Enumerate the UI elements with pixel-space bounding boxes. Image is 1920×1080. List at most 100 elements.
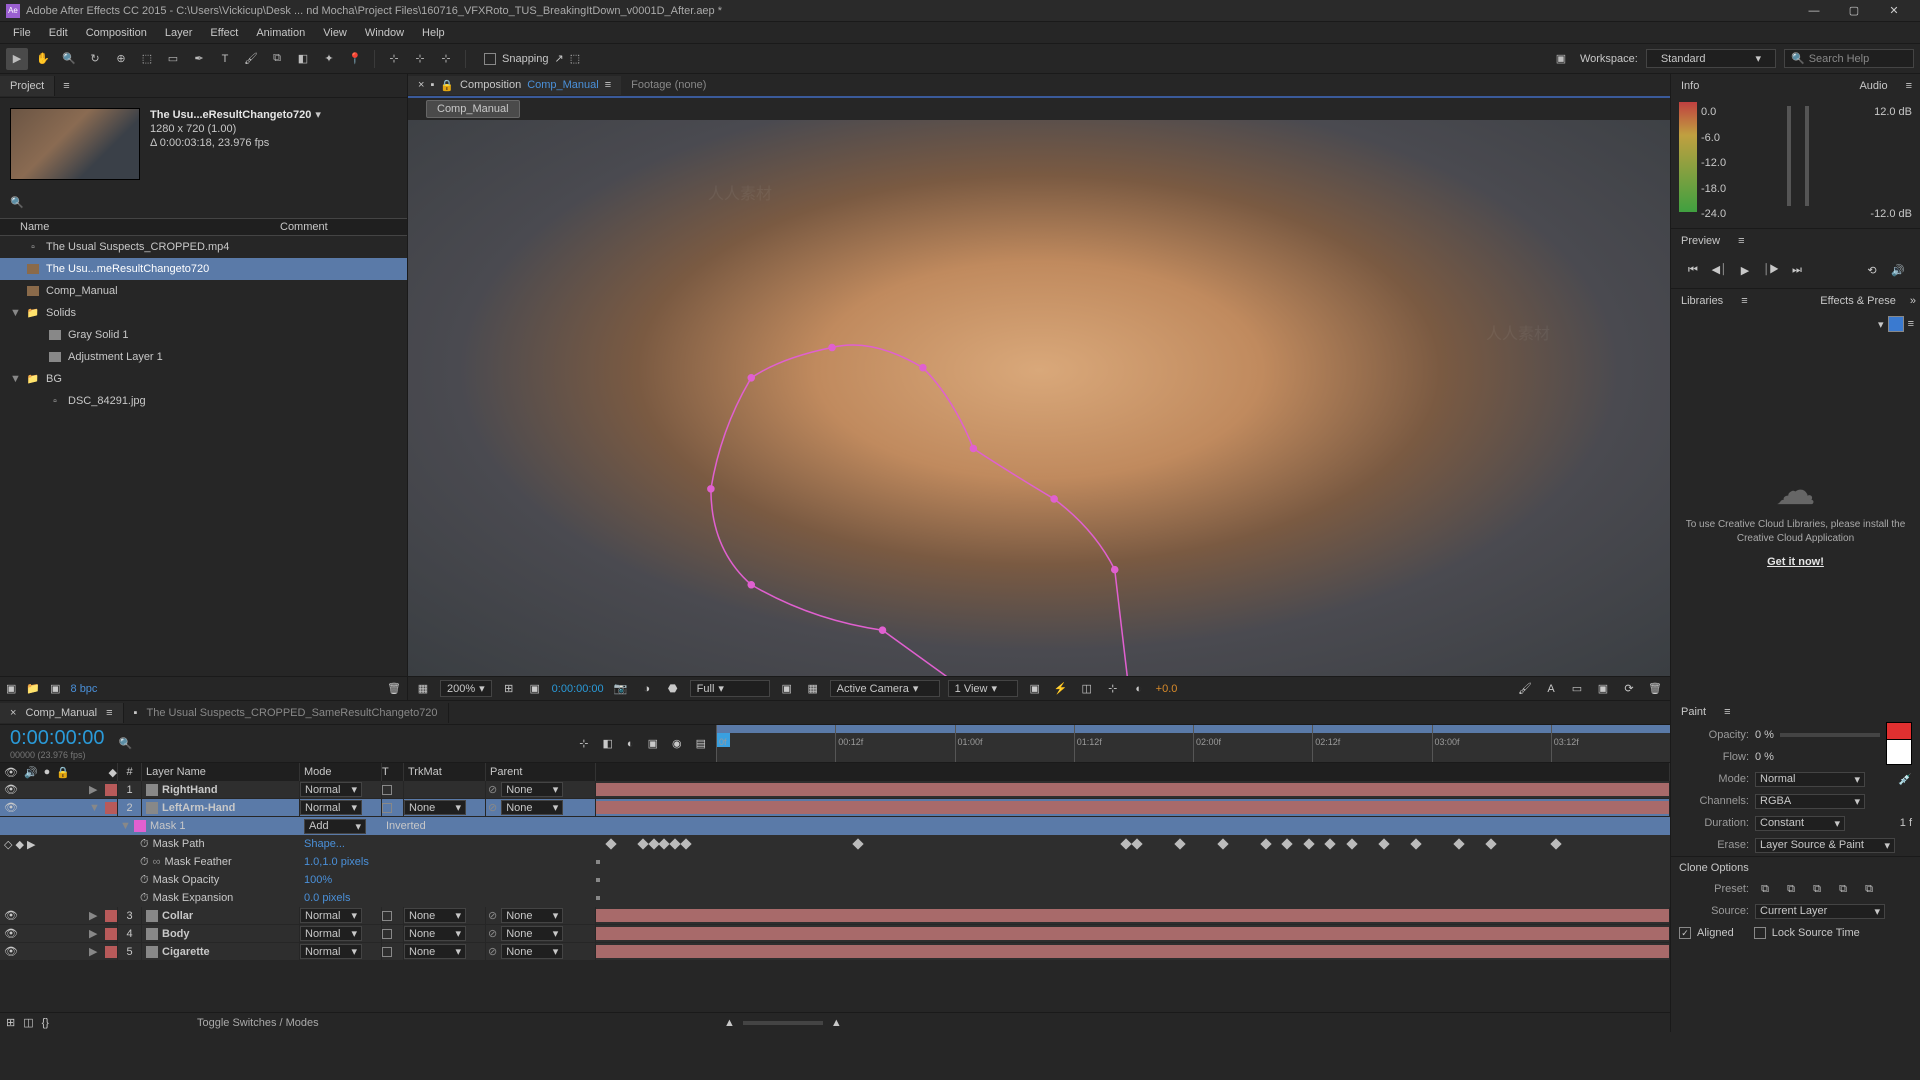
project-search-icon[interactable]: 🔍 bbox=[10, 196, 26, 212]
bg-color-swatch[interactable] bbox=[1886, 739, 1912, 765]
panel-menu-icon[interactable]: ≡ bbox=[106, 707, 112, 719]
preset-3-icon[interactable]: ⧉ bbox=[1807, 879, 1827, 899]
zoom-slider[interactable] bbox=[743, 1021, 823, 1025]
maximize-button[interactable]: ▢ bbox=[1834, 0, 1874, 22]
comp-mini-flow-icon[interactable]: ⊹ bbox=[579, 737, 588, 750]
close-tab-icon[interactable]: × bbox=[418, 79, 424, 91]
rotation-tool[interactable]: ↻ bbox=[84, 48, 106, 70]
menu-file[interactable]: File bbox=[4, 27, 40, 39]
solo-icon[interactable]: ● bbox=[44, 766, 51, 778]
info-tab[interactable]: Info bbox=[1671, 76, 1709, 96]
motion-blur-icon[interactable]: ◉ bbox=[672, 737, 682, 750]
trash-icon[interactable]: 🗑 bbox=[387, 682, 401, 695]
toggle-modes-icon[interactable]: ◫ bbox=[23, 1016, 33, 1029]
alpha-icon[interactable]: ▦ bbox=[414, 680, 432, 698]
snap-opt-icon[interactable]: ↗ bbox=[555, 52, 564, 65]
duration-select[interactable]: Constant▾ bbox=[1755, 816, 1845, 831]
footage-tab[interactable]: Footage (none) bbox=[621, 76, 716, 94]
menu-animation[interactable]: Animation bbox=[247, 27, 314, 39]
last-frame-button[interactable]: ⏭ bbox=[1789, 262, 1805, 278]
snap-bounds-icon[interactable]: ⬚ bbox=[570, 52, 580, 65]
composition-tab[interactable]: × ▪ 🔒 Composition Comp_Manual ≡ bbox=[408, 76, 621, 95]
av-eye-icon[interactable]: 👁 bbox=[4, 766, 18, 779]
dropdown[interactable]: None▾ bbox=[501, 926, 563, 941]
col-name[interactable]: Name bbox=[0, 221, 280, 233]
char-panel-icon[interactable]: A bbox=[1542, 680, 1560, 698]
bpc-indicator[interactable]: 8 bpc bbox=[71, 683, 98, 695]
mask-toggle-icon[interactable]: ▣ bbox=[526, 680, 544, 698]
col-num[interactable]: # bbox=[118, 763, 142, 781]
exposure-value[interactable]: +0.0 bbox=[1156, 683, 1178, 695]
timeline-tab-2[interactable]: ▪ The Usual Suspects_CROPPED_SameResultC… bbox=[124, 703, 449, 723]
camera-select[interactable]: Active Camera▾ bbox=[830, 680, 940, 697]
view-select[interactable]: 1 View▾ bbox=[948, 680, 1018, 697]
col-layername[interactable]: Layer Name bbox=[142, 763, 300, 781]
local-axis-icon[interactable]: ⊹ bbox=[383, 48, 405, 70]
clone-tool[interactable]: ⧉ bbox=[266, 48, 288, 70]
project-item[interactable]: Comp_Manual bbox=[0, 280, 407, 302]
libraries-tab[interactable]: Libraries bbox=[1671, 291, 1733, 311]
workspace-select[interactable]: Standard▾ bbox=[1646, 49, 1776, 68]
col-mode[interactable]: Mode bbox=[300, 763, 382, 781]
toggle-brackets-icon[interactable]: {} bbox=[42, 1017, 49, 1029]
project-item[interactable]: Adjustment Layer 1 bbox=[0, 346, 407, 368]
snapping-checkbox[interactable] bbox=[484, 53, 496, 65]
erase-select[interactable]: Layer Source & Paint▾ bbox=[1755, 838, 1895, 853]
shy-icon[interactable]: ◐ bbox=[627, 738, 634, 750]
project-item[interactable]: ▫DSC_84291.jpg bbox=[0, 390, 407, 412]
dropdown[interactable]: Normal▾ bbox=[300, 926, 362, 941]
search-icon[interactable]: 🔍 bbox=[119, 737, 133, 750]
preset-4-icon[interactable]: ⧉ bbox=[1833, 879, 1853, 899]
loop-button[interactable]: ⟲ bbox=[1864, 262, 1880, 278]
dropdown[interactable]: None▾ bbox=[501, 944, 563, 959]
project-item[interactable]: Gray Solid 1 bbox=[0, 324, 407, 346]
av-speaker-icon[interactable]: 🔊 bbox=[24, 766, 38, 779]
mute-button[interactable]: 🔊 bbox=[1890, 262, 1906, 278]
layer-row[interactable]: 👁▶3CollarNormal▾None▾⊘None▾ bbox=[0, 907, 1670, 925]
refresh-icon[interactable]: ⟳ bbox=[1620, 680, 1638, 698]
preset-2-icon[interactable]: ⧉ bbox=[1781, 879, 1801, 899]
panel-menu-icon[interactable]: ≡ bbox=[1733, 295, 1755, 307]
time-ruler[interactable]: 0f00:12f01:00f01:12f02:00f02:12f03:00f03… bbox=[716, 725, 1670, 762]
get-it-now-link[interactable]: Get it now! bbox=[1767, 556, 1824, 568]
opacity-value[interactable]: 0 % bbox=[1755, 729, 1774, 741]
camera-tool[interactable]: ⊕ bbox=[110, 48, 132, 70]
comp-name[interactable]: Comp_Manual bbox=[527, 79, 599, 91]
zoom-out-icon[interactable]: ▲ bbox=[724, 1017, 735, 1029]
eyedropper-icon[interactable]: 💉 bbox=[1898, 773, 1912, 786]
trash-icon[interactable]: 🗑 bbox=[1646, 680, 1664, 698]
flowchart-node[interactable]: Comp_Manual bbox=[426, 100, 520, 118]
frame-blend-icon[interactable]: ▣ bbox=[648, 737, 658, 750]
label-icon[interactable]: ◆ bbox=[109, 766, 117, 779]
selection-tool[interactable]: ▶ bbox=[6, 48, 28, 70]
dropdown[interactable]: None▾ bbox=[501, 782, 563, 797]
menu-composition[interactable]: Composition bbox=[77, 27, 156, 39]
project-item[interactable]: ▼📁BG bbox=[0, 368, 407, 390]
dropdown-icon[interactable]: ▾ bbox=[315, 108, 321, 121]
grid-view-icon[interactable] bbox=[1888, 316, 1904, 332]
preset-1-icon[interactable]: ⧉ bbox=[1755, 879, 1775, 899]
dropdown-icon[interactable]: ▾ bbox=[1878, 318, 1884, 331]
mask-prop[interactable]: ◇ ◆ ▶⏱Mask PathShape... bbox=[0, 835, 1670, 853]
layer-row[interactable]: 👁▼2LeftArm-HandNormal▾None▾⊘None▾ bbox=[0, 799, 1670, 817]
level-slider-r[interactable] bbox=[1805, 106, 1809, 206]
pixel-aspect-icon[interactable]: ▣ bbox=[1026, 680, 1044, 698]
overflow-icon[interactable]: » bbox=[1906, 295, 1920, 307]
lock-source-checkbox[interactable] bbox=[1754, 927, 1766, 939]
menu-window[interactable]: Window bbox=[356, 27, 413, 39]
dropdown[interactable]: Add▾ bbox=[304, 819, 366, 834]
col-t[interactable]: T bbox=[382, 763, 404, 781]
play-button[interactable]: ▶ bbox=[1737, 262, 1753, 278]
dropdown[interactable]: None▾ bbox=[404, 926, 466, 941]
source-select[interactable]: Current Layer▾ bbox=[1755, 904, 1885, 919]
eraser-tool[interactable]: ◧ bbox=[292, 48, 314, 70]
menu-effect[interactable]: Effect bbox=[201, 27, 247, 39]
zoom-tool[interactable]: 🔍 bbox=[58, 48, 80, 70]
project-item[interactable]: The Usu...meResultChangeto720 bbox=[0, 258, 407, 280]
first-frame-button[interactable]: ⏮ bbox=[1685, 262, 1701, 278]
close-tab-icon[interactable]: × bbox=[10, 707, 16, 719]
zoom-select[interactable]: 200%▾ bbox=[440, 680, 492, 697]
text-tool[interactable]: T bbox=[214, 48, 236, 70]
pan-behind-tool[interactable]: ⬚ bbox=[136, 48, 158, 70]
roi-icon[interactable]: ▣ bbox=[778, 680, 796, 698]
